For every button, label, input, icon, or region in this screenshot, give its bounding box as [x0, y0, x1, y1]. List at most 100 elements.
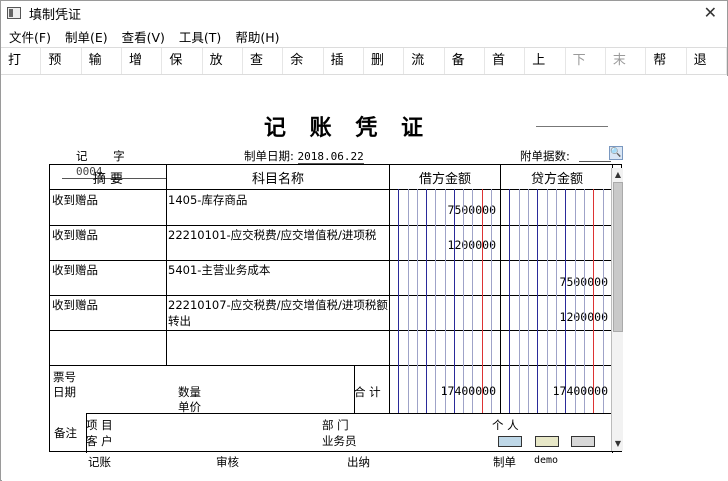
voucher-title: 记 账 凭 证	[264, 115, 431, 141]
row-summary[interactable]: 收到赠品	[52, 192, 164, 208]
toolbar-button-6[interactable]: 查询	[243, 48, 284, 94]
row-summary[interactable]: 收到赠品	[52, 262, 164, 278]
total-label: 合 计	[354, 385, 381, 399]
grid-line	[584, 189, 585, 413]
printer-icon[interactable]	[535, 436, 559, 447]
pencil-icon[interactable]	[571, 436, 595, 447]
grid-line	[575, 189, 576, 413]
grid-line	[86, 413, 612, 414]
grid-line	[472, 189, 473, 413]
toolbar-button-2[interactable]: 输出	[82, 48, 122, 94]
date-label: 制单日期:	[244, 149, 294, 163]
window-title: 填制凭证	[29, 7, 82, 23]
row-account[interactable]: 5401-主营业务成本	[168, 262, 388, 278]
grid-line	[565, 189, 566, 413]
toolbar-button-14[interactable]: 下张	[566, 48, 606, 94]
toolbar-button-12[interactable]: 首张	[485, 48, 526, 94]
grid-line	[417, 189, 418, 413]
row-account[interactable]: 1405-库存商品	[168, 192, 388, 208]
toolbar-button-0[interactable]: 打印	[1, 48, 42, 94]
menu-tools[interactable]: 工具(T)	[179, 27, 221, 46]
toolbar-button-16[interactable]: 帮助	[646, 48, 687, 94]
grid-line	[435, 189, 436, 413]
toolbar-button-4[interactable]: 保存	[162, 48, 203, 94]
attachments-label: 附单据数:	[520, 149, 570, 163]
ticket-label: 票号	[53, 370, 76, 384]
row-account[interactable]: 22210107-应交税费/应交增值税/进项税额转出	[168, 297, 388, 329]
toolbar-button-13[interactable]: 上张	[525, 48, 566, 94]
toolbar-button-10[interactable]: 流量	[404, 48, 445, 94]
customer-label: 客 户	[86, 434, 113, 448]
toolbar-button-8[interactable]: 插分	[324, 48, 364, 94]
voucher-table: 摘 要 科目名称 借方金额 贷方金额 收到赠品1405-库存商品7500000收…	[49, 164, 622, 453]
salesman-label: 业务员	[322, 434, 357, 448]
maker-name: demo	[534, 455, 559, 466]
grid-line	[463, 189, 464, 413]
grid-line	[603, 189, 604, 413]
menu-help[interactable]: 帮助(H)	[235, 27, 279, 46]
search-icon[interactable]: 🔍	[609, 146, 623, 160]
date-field: 制单日期: 2018.06.22	[244, 148, 364, 164]
row-summary[interactable]: 收到赠品	[52, 227, 164, 243]
grid-line	[482, 189, 483, 413]
grid-line	[509, 189, 510, 413]
grid-line	[593, 189, 594, 413]
app-icon	[7, 7, 21, 19]
title-underline	[536, 126, 608, 127]
grid-line	[454, 189, 455, 413]
row-account[interactable]: 22210101-应交税费/应交增值税/进项税	[168, 227, 388, 243]
grid-line	[445, 189, 446, 413]
grid-line	[537, 189, 538, 413]
maker-label: 制单	[493, 455, 516, 469]
menu-bar: 文件(F) 制单(E) 查看(V) 工具(T) 帮助(H)	[1, 26, 727, 46]
row-summary[interactable]: 收到赠品	[52, 297, 164, 313]
scroll-thumb[interactable]	[613, 182, 623, 332]
scroll-down-icon[interactable]: ▼	[613, 439, 623, 449]
voucher-area: 记 账 凭 证 记 字 0004 制单日期: 2018.06.22 附单据数: …	[2, 76, 728, 481]
grid-line	[166, 165, 167, 365]
menu-edit[interactable]: 制单(E)	[65, 27, 108, 46]
bookkeeper-label: 记账	[88, 455, 111, 469]
grid-line	[547, 189, 548, 413]
toolbar-button-9[interactable]: 删分	[364, 48, 405, 94]
menu-view[interactable]: 查看(V)	[122, 27, 165, 46]
close-icon[interactable]: ✕	[704, 3, 717, 22]
scroll-up-icon[interactable]: ▲	[613, 170, 623, 180]
price-label: 单价	[178, 400, 201, 414]
grid-line	[491, 189, 492, 413]
grid-line	[389, 165, 390, 413]
header-credit: 贷方金额	[530, 172, 583, 187]
total-credit: 17400000	[552, 384, 608, 398]
row-debit[interactable]: 1200000	[390, 238, 496, 252]
person-label: 个 人	[492, 418, 519, 432]
toolbar-button-15[interactable]: 末张	[606, 48, 647, 94]
vertical-scrollbar[interactable]: ▲ ▼	[611, 168, 623, 451]
toolbar-button-11[interactable]: 备查	[445, 48, 485, 94]
header-account: 科目名称	[251, 172, 304, 187]
voucher-window: 填制凭证 ✕ 文件(F) 制单(E) 查看(V) 工具(T) 帮助(H) 打印预…	[0, 0, 728, 481]
toolbar-button-17[interactable]: 退出	[687, 48, 727, 94]
row-debit[interactable]: 7500000	[390, 203, 496, 217]
grid-line	[398, 189, 399, 413]
grid-line	[426, 189, 427, 413]
grid-line	[528, 189, 529, 413]
card-icon[interactable]	[498, 436, 522, 447]
grid-line	[408, 189, 409, 413]
voucher-type: 记	[76, 149, 88, 163]
date-value[interactable]: 2018.06.22	[297, 150, 364, 164]
toolbar-button-7[interactable]: 余额	[283, 48, 324, 94]
grid-line	[500, 165, 501, 413]
title-bar: 填制凭证 ✕	[1, 1, 727, 25]
date-info-label: 日期	[53, 385, 76, 399]
auditor-label: 审核	[216, 455, 239, 469]
toolbar-button-1[interactable]: 预览	[41, 48, 82, 94]
attachments-input[interactable]	[579, 148, 611, 162]
dept-label: 部 门	[322, 418, 349, 432]
grid-line	[556, 189, 557, 413]
toolbar-button-5[interactable]: 放弃	[203, 48, 243, 94]
qty-label: 数量	[178, 385, 201, 399]
toolbar-button-3[interactable]: 增加	[122, 48, 163, 94]
menu-file[interactable]: 文件(F)	[9, 27, 51, 46]
remark-label: 备注	[54, 426, 77, 440]
voucher-zi: 字	[113, 149, 125, 163]
